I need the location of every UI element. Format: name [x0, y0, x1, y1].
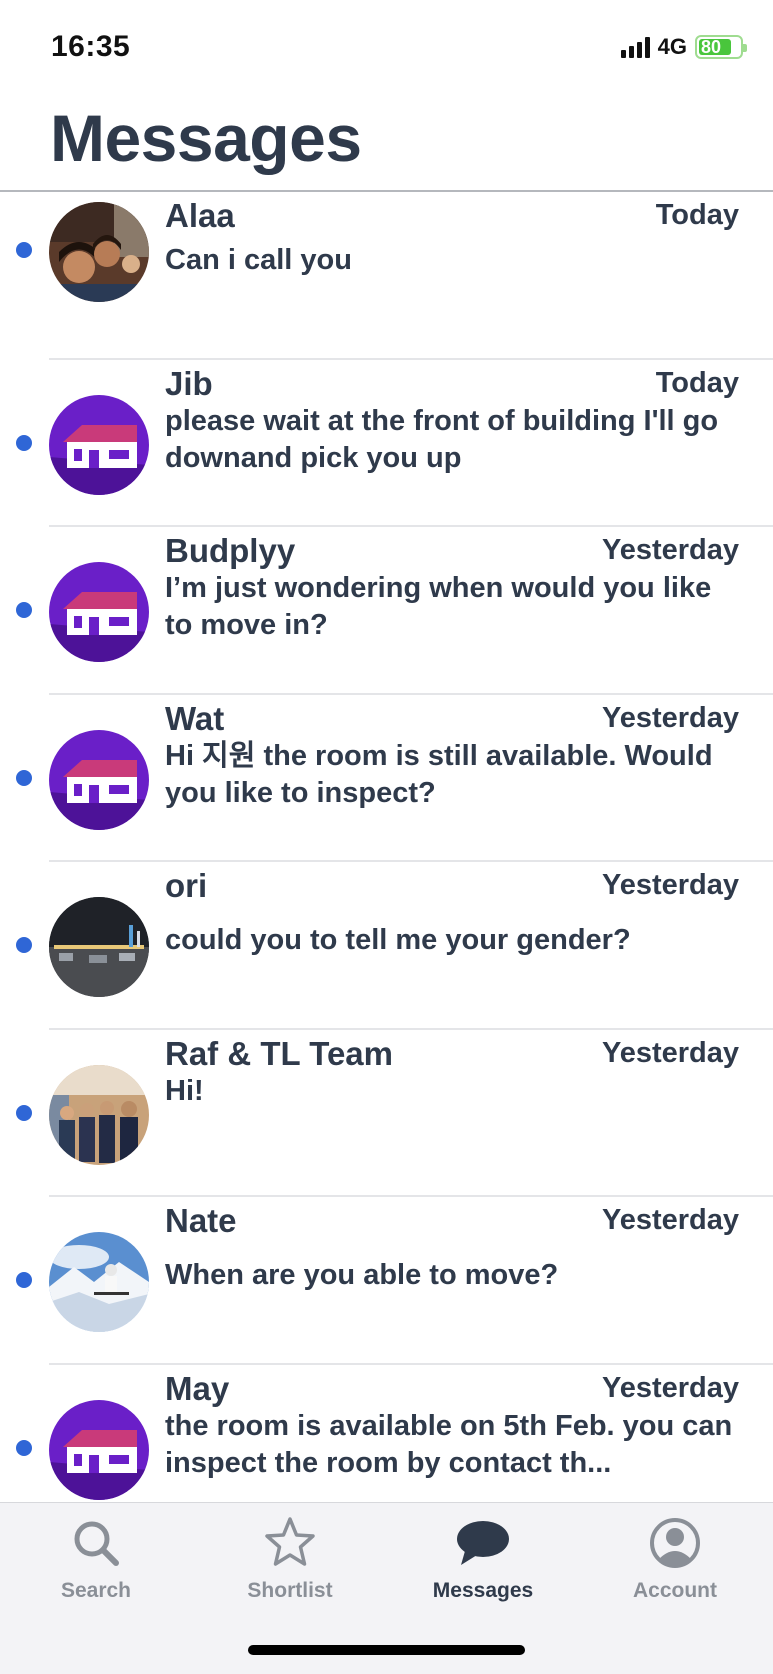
account-icon	[650, 1518, 700, 1568]
message-preview: When are you able to move?	[165, 1259, 559, 1291]
unread-dot	[16, 1272, 32, 1288]
message-list[interactable]: Alaa Today Can i call you Jib Today plea…	[0, 192, 773, 1502]
message-date: Today	[655, 199, 739, 231]
sender-name: Budplyy	[165, 532, 296, 569]
search-icon	[74, 1521, 119, 1566]
message-preview: Hi 지원 the room is still available. Would…	[165, 739, 713, 809]
message-date: Yesterday	[601, 1036, 739, 1069]
status-indicators: 4G 80	[620, 34, 747, 60]
sender-name: Wat	[165, 699, 225, 737]
photo-group-avatar	[49, 202, 149, 302]
message-preview: Hi!	[165, 1074, 204, 1107]
status-bar: 16:35 4G 80	[0, 0, 773, 95]
sender-name: Raf & TL Team	[165, 1034, 393, 1072]
tab-label: Messages	[432, 1579, 534, 1602]
night-city-photo-avatar	[49, 897, 149, 997]
message-preview: please wait at the front of building I'l…	[165, 404, 719, 474]
chat-bubble-icon	[457, 1521, 509, 1565]
cellular-signal-icon	[620, 36, 650, 58]
conversation-row[interactable]: Budplyy Yesterday I’m just wondering whe…	[0, 527, 773, 695]
network-type: 4G	[657, 34, 687, 59]
conversation-row[interactable]: ori Yesterday could you to tell me your …	[0, 862, 773, 1030]
message-preview: I’m just wondering when would you like t…	[165, 572, 712, 641]
house-icon-avatar	[49, 729, 149, 830]
tab-account[interactable]: Account	[600, 1515, 750, 1603]
conversation-row[interactable]: Nate Yesterday When are you able to move…	[0, 1197, 773, 1365]
sender-name: Alaa	[165, 197, 235, 234]
sender-name: ori	[165, 867, 208, 904]
status-time: 16:35	[51, 30, 131, 63]
team-photo-avatar	[49, 1064, 149, 1165]
unread-dot	[16, 602, 32, 618]
conversation-row[interactable]: Wat Yesterday Hi 지원 the room is still av…	[0, 695, 773, 862]
house-icon-avatar	[49, 562, 149, 662]
sender-name: Jib	[165, 364, 213, 402]
tab-label: Search	[60, 1579, 132, 1602]
message-date: Yesterday	[601, 1204, 739, 1236]
messages-screen: 16:35 4G 80 Messages Alaa Today Can i ca…	[0, 0, 773, 1674]
message-date: Today	[655, 366, 739, 399]
house-icon-avatar	[49, 394, 149, 495]
message-preview: could you to tell me your gender?	[165, 924, 631, 956]
house-icon-avatar	[49, 1399, 149, 1500]
unread-dot	[16, 937, 32, 953]
conversation-row[interactable]: Alaa Today Can i call you	[0, 192, 773, 360]
message-preview: the room is available on 5th Feb. you ca…	[165, 1409, 733, 1479]
battery-level: 80	[701, 37, 722, 57]
unread-dot	[16, 242, 32, 258]
sender-name: Nate	[165, 1202, 237, 1239]
message-date: Yesterday	[601, 869, 739, 901]
tab-label: Account	[633, 1579, 717, 1602]
home-indicator[interactable]	[248, 1645, 525, 1655]
message-date: Yesterday	[601, 534, 739, 566]
battery-icon: 80	[695, 35, 747, 59]
star-icon	[265, 1517, 315, 1566]
snow-mountain-photo-avatar	[49, 1232, 149, 1332]
tab-shortlist[interactable]: Shortlist	[215, 1515, 365, 1603]
unread-dot	[16, 434, 32, 451]
page-title: Messages	[50, 101, 362, 175]
conversation-row[interactable]: May Yesterday the room is available on 5…	[0, 1365, 773, 1503]
unread-dot	[16, 1104, 32, 1121]
conversation-row[interactable]: Jib Today please wait at the front of bu…	[0, 360, 773, 527]
unread-dot	[16, 1439, 32, 1456]
message-preview: Can i call you	[165, 244, 352, 276]
unread-dot	[16, 769, 32, 786]
conversation-row[interactable]: Raf & TL Team Yesterday Hi!	[0, 1030, 773, 1197]
sender-name: May	[165, 1369, 230, 1407]
tab-messages[interactable]: Messages	[408, 1515, 558, 1603]
tab-label: Shortlist	[247, 1579, 333, 1602]
message-date: Yesterday	[601, 1371, 739, 1404]
message-date: Yesterday	[601, 701, 739, 734]
tab-search[interactable]: Search	[21, 1515, 171, 1603]
